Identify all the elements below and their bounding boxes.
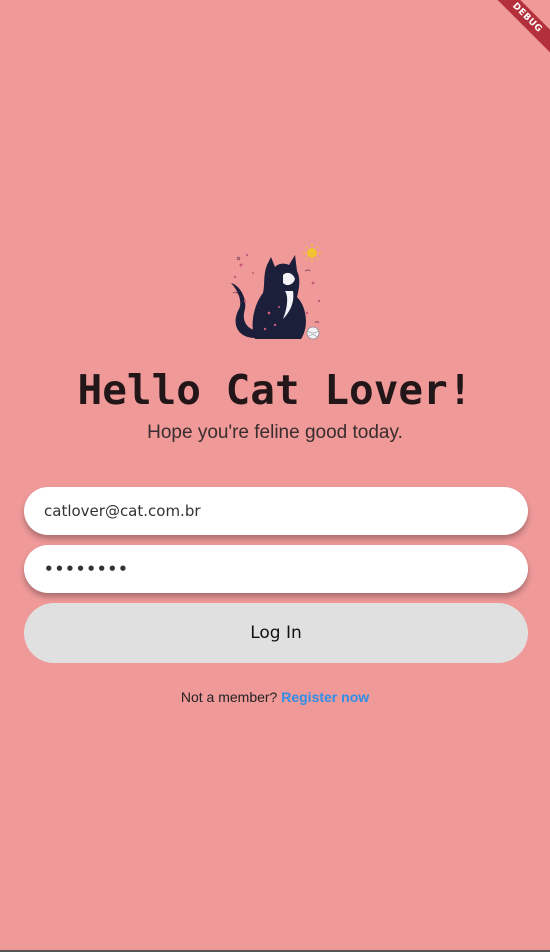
debug-banner-label: DEBUG [490, 0, 550, 56]
page-subtitle: Hope you're feline good today. [147, 422, 403, 443]
cat-logo-icon [227, 243, 325, 347]
page-title: Hello Cat Lover! [77, 366, 473, 414]
password-field-value: •••••••• [44, 560, 129, 578]
email-field[interactable]: catlover@cat.com.br [24, 487, 528, 535]
register-prompt: Not a member? Register now [0, 689, 550, 705]
register-now-link[interactable]: Register now [281, 689, 369, 705]
register-prompt-text: Not a member? [180, 689, 278, 705]
password-field[interactable]: •••••••• [24, 545, 528, 593]
debug-banner: DEBUG [490, 0, 550, 60]
login-button[interactable]: Log In [24, 603, 528, 663]
email-field-value: catlover@cat.com.br [44, 502, 201, 520]
